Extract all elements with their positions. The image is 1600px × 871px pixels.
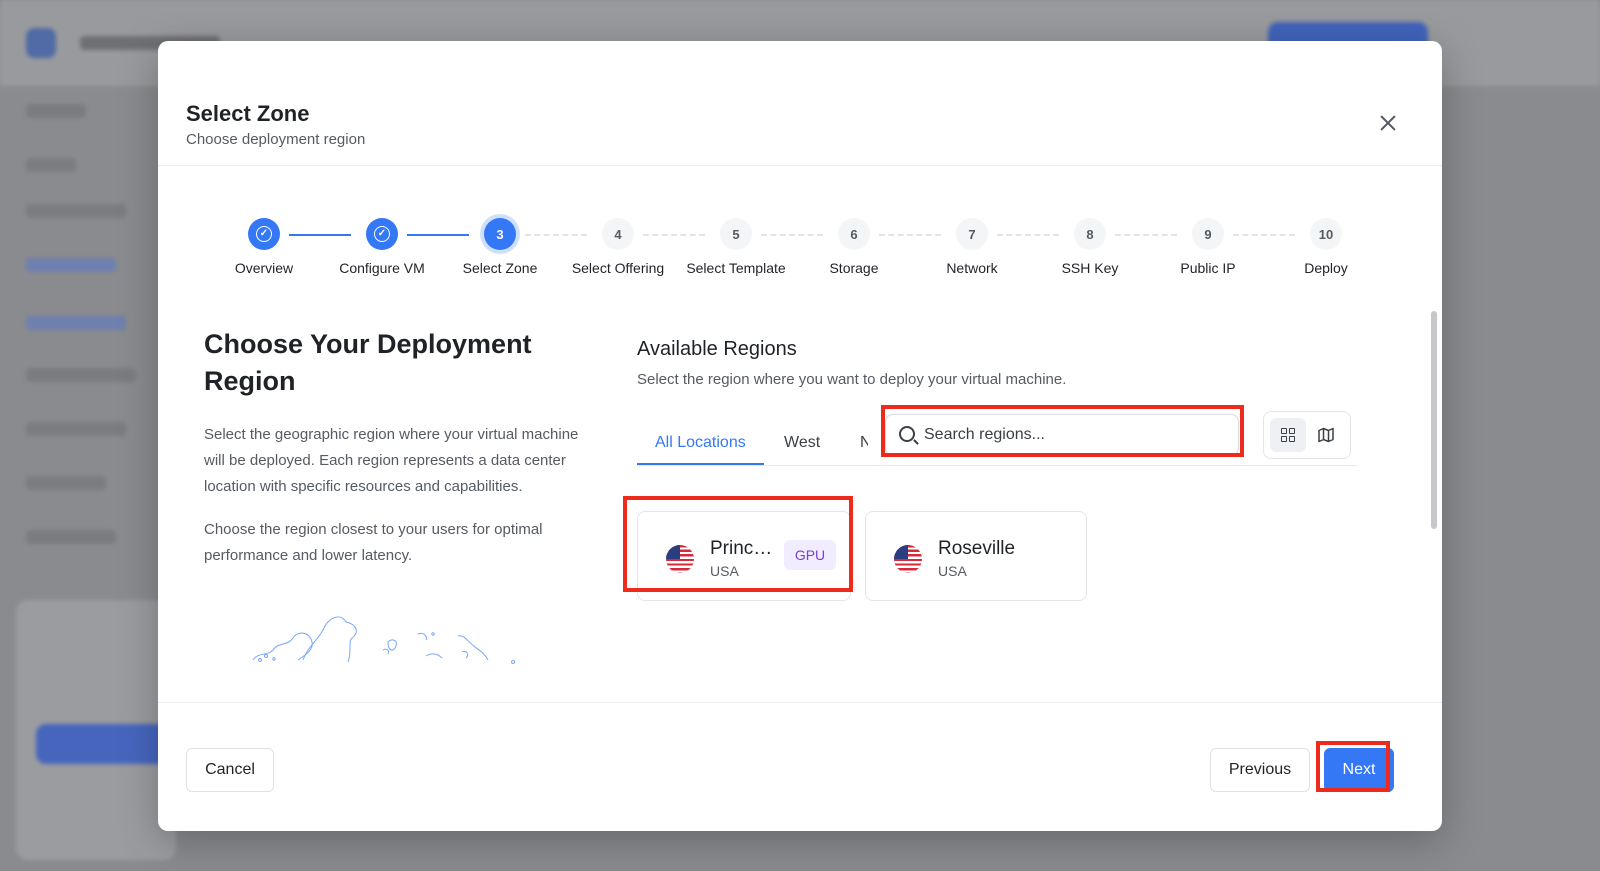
step-number: 5	[720, 218, 752, 250]
us-flag-icon	[666, 545, 694, 573]
step-number: 3	[484, 218, 516, 250]
modal-subtitle: Choose deployment region	[186, 131, 366, 148]
step-overview: ✓ Overview	[204, 218, 324, 276]
step-ssh-key: 8 SSH Key	[1030, 218, 1150, 276]
wizard-stepper: ✓ Overview ✓ Configure VM 3 Select Zone …	[204, 218, 1394, 278]
intro-paragraph: Select the geographic region where your …	[204, 426, 579, 495]
step-complete-icon: ✓	[366, 218, 398, 250]
view-mode-toggle	[1263, 411, 1351, 459]
background-logo	[26, 28, 56, 58]
step-label: Select Zone	[462, 260, 538, 276]
step-label: Select Offering	[571, 260, 665, 276]
region-country: USA	[710, 563, 739, 579]
select-zone-modal: Select Zone Choose deployment region ✓ O…	[158, 41, 1442, 831]
cancel-button[interactable]: Cancel	[186, 748, 274, 792]
background-sidebar-item	[26, 158, 76, 172]
step-label: Select Template	[686, 260, 786, 276]
step-configure-vm: ✓ Configure VM	[322, 218, 442, 276]
step-select-template: 5 Select Template	[676, 218, 796, 276]
step-number: 10	[1310, 218, 1342, 250]
region-country: USA	[938, 563, 967, 579]
regions-title: Available Regions	[637, 338, 797, 360]
regions-subtitle: Select the region where you want to depl…	[637, 371, 1067, 388]
step-select-zone: 3 Select Zone	[440, 218, 560, 276]
step-storage: 6 Storage	[794, 218, 914, 276]
modal-header: Select Zone Choose deployment region	[158, 41, 1442, 166]
step-label: Overview	[234, 260, 294, 276]
modal-title: Select Zone	[186, 101, 310, 126]
active-tab-indicator	[637, 463, 764, 465]
step-number: 4	[602, 218, 634, 250]
step-number: 8	[1074, 218, 1106, 250]
grid-icon	[1281, 428, 1295, 442]
modal-scrollbar[interactable]	[1431, 311, 1437, 529]
previous-button[interactable]: Previous	[1210, 748, 1310, 792]
close-icon[interactable]	[1376, 111, 1400, 135]
tab-all-locations[interactable]: All Locations	[655, 434, 746, 452]
grid-view-button[interactable]	[1270, 418, 1306, 452]
us-flag-icon	[894, 545, 922, 573]
region-name: Roseville	[938, 538, 1016, 559]
region-card-roseville[interactable]: Roseville USA	[865, 511, 1087, 601]
step-public-ip: 9 Public IP	[1148, 218, 1268, 276]
step-select-offering: 4 Select Offering	[558, 218, 678, 276]
modal-footer: Cancel Previous Next	[158, 702, 1442, 831]
step-label: SSH Key	[1061, 260, 1119, 276]
background-sidebar-item	[26, 476, 106, 490]
step-label: Deploy	[1304, 260, 1348, 276]
background-sidebar-item	[26, 316, 126, 330]
step-label: Network	[946, 260, 998, 276]
background-sidebar-item	[26, 104, 86, 118]
map-view-button[interactable]	[1308, 418, 1344, 452]
step-number: 9	[1192, 218, 1224, 250]
next-button[interactable]: Next	[1324, 748, 1394, 792]
search-icon	[899, 426, 915, 442]
step-complete-icon: ✓	[248, 218, 280, 250]
background-sidebar-item	[26, 530, 116, 544]
background-card-button	[36, 724, 176, 764]
step-label: Storage	[829, 260, 879, 276]
step-network: 7 Network	[912, 218, 1032, 276]
intro-panel: Choose Your Deployment Region Select the…	[204, 326, 584, 569]
region-card-princ[interactable]: Princ… USA GPU	[637, 511, 851, 601]
gpu-badge: GPU	[784, 540, 836, 570]
background-sidebar-item	[26, 422, 126, 436]
world-map-illustration	[252, 616, 515, 664]
step-label: Public IP	[1180, 260, 1236, 276]
step-number: 7	[956, 218, 988, 250]
map-icon	[1318, 427, 1334, 443]
step-label: Configure VM	[339, 260, 425, 276]
step-deploy: 10 Deploy	[1266, 218, 1386, 276]
intro-heading: Choose Your Deployment Region	[204, 329, 532, 396]
tab-truncated[interactable]: N	[860, 434, 868, 452]
step-number: 6	[838, 218, 870, 250]
background-sidebar-item	[26, 258, 116, 272]
region-name: Princ…	[710, 538, 773, 559]
background-sidebar-item	[26, 204, 126, 218]
background-sidebar-item	[26, 368, 136, 382]
search-input[interactable]	[924, 415, 1224, 455]
tab-west[interactable]: West	[784, 434, 820, 452]
search-regions-field[interactable]	[885, 414, 1239, 456]
intro-paragraph: Choose the region closest to your users …	[204, 521, 543, 564]
